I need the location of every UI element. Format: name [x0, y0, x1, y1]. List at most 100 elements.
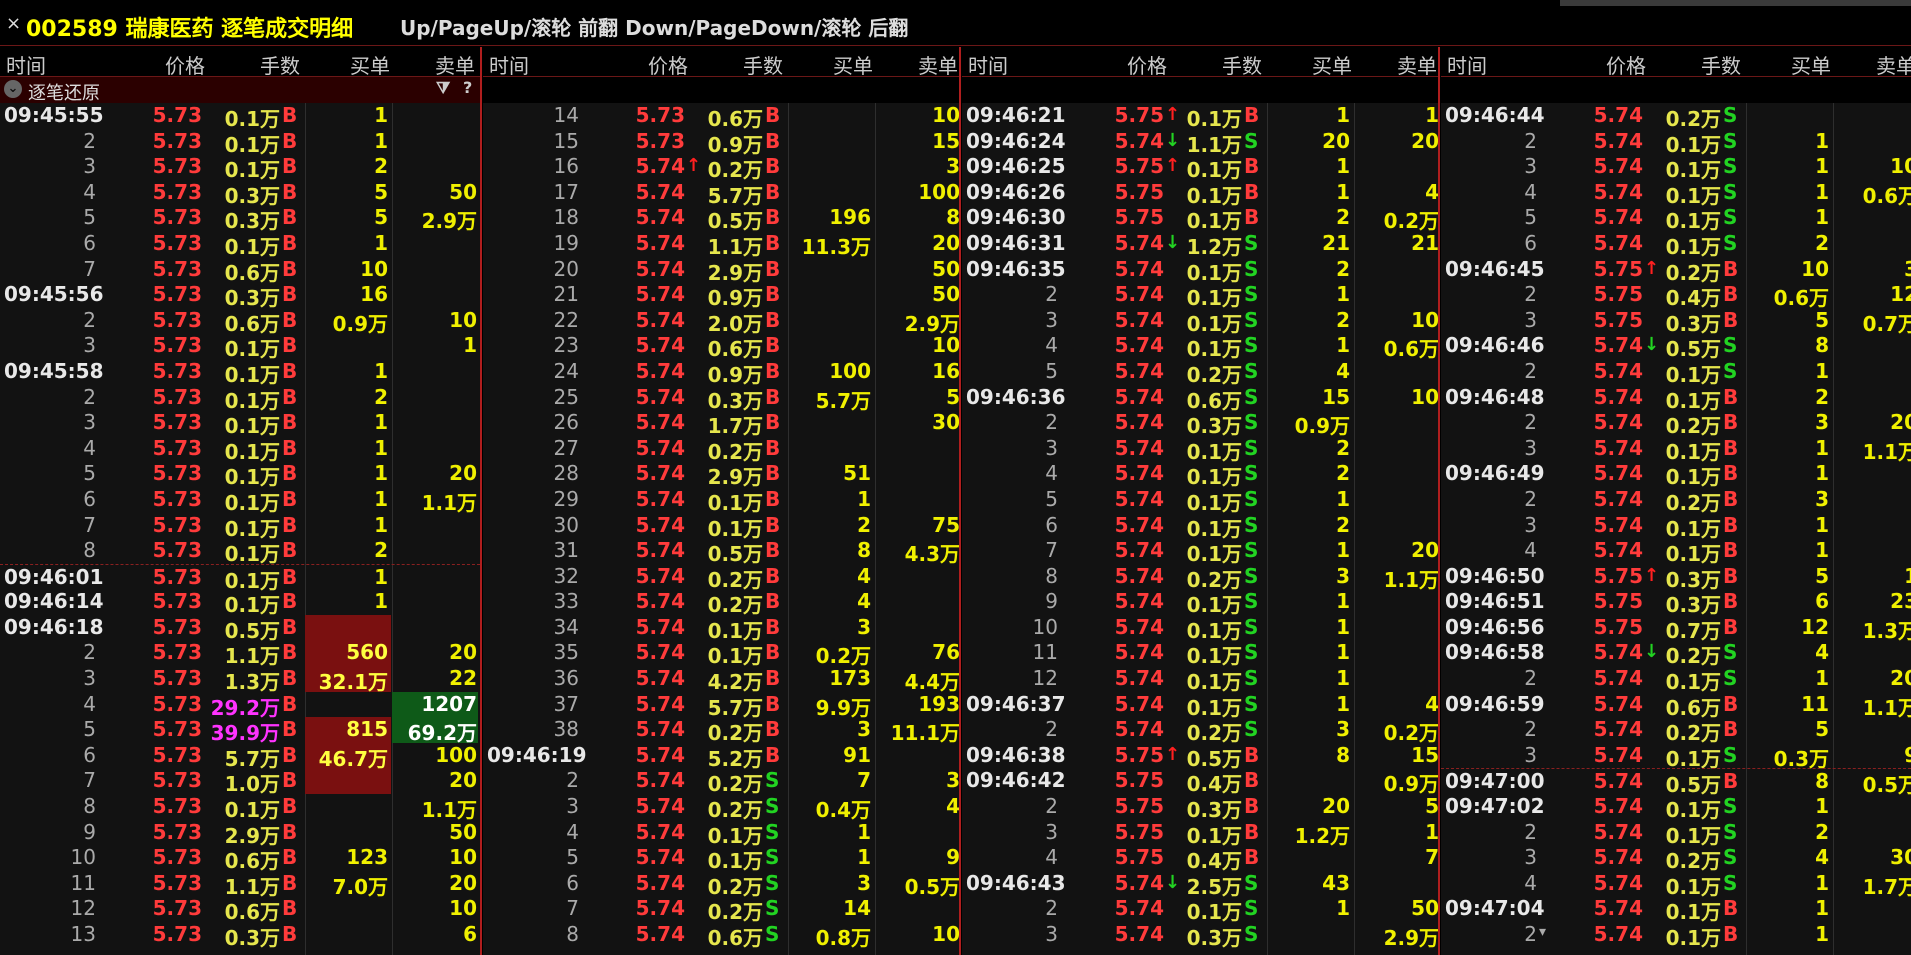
trade-row[interactable]: 09:46:38 5.75 ↑ 0.5万 B 8 15 [962, 743, 1438, 771]
trade-row[interactable]: 12 5.74 0.1万 S 1 [962, 666, 1438, 694]
trade-row[interactable]: 2 5.74 0.1万 S 1 [1441, 129, 1911, 157]
trade-row[interactable]: 8 5.74 0.2万 S 3 1.1万 [962, 564, 1438, 592]
trade-row[interactable]: 6 5.73 0.1万 B 1 [0, 231, 480, 259]
trade-row[interactable]: 7 5.73 1.0万 B 20 [0, 768, 480, 796]
trade-row[interactable]: 11 5.73 1.1万 B 7.0万 20 [0, 871, 480, 899]
trade-row[interactable]: 2 5.74 0.1万 S 1 50 [962, 896, 1438, 924]
header-sell[interactable]: 卖单 [893, 50, 958, 79]
trade-row[interactable]: 9 5.73 2.9万 B 50 [0, 820, 480, 848]
trade-row[interactable]: 15 5.73 0.9万 B 15 [483, 129, 959, 157]
trade-row[interactable]: 3 5.74 0.2万 S 0.4万 4 [483, 794, 959, 822]
collapse-icon[interactable]: ⌄ [4, 80, 22, 98]
header-price[interactable]: 价格 [1581, 50, 1646, 79]
trade-row[interactable]: 2 5.74 0.3万 S 0.9万 [962, 410, 1438, 438]
trade-row[interactable]: 35 5.74 0.1万 B 0.2万 76 [483, 640, 959, 668]
header-price[interactable]: 价格 [140, 50, 205, 79]
trade-row[interactable]: 3 5.74 0.1万 S 2 [962, 436, 1438, 464]
trade-row[interactable]: 09:46:36 5.74 0.6万 S 15 10 [962, 385, 1438, 413]
trade-row[interactable]: 7 5.73 0.1万 B 1 [0, 513, 480, 541]
trade-row[interactable]: 09:46:18 5.73 0.5万 B [0, 615, 480, 643]
trade-row[interactable]: 3 5.74 0.1万 B 1 [1441, 513, 1911, 541]
trade-row[interactable]: 3 5.73 1.3万 B 32.1万 22 [0, 666, 480, 694]
trade-row[interactable]: 2 5.73 0.6万 B 0.9万 10 [0, 308, 480, 336]
window-controls[interactable] [1560, 0, 1911, 6]
trade-row[interactable]: 28 5.74 2.9万 B 51 [483, 461, 959, 489]
trade-row[interactable]: 18 5.74 0.5万 B 196 8 [483, 205, 959, 233]
header-qty[interactable]: 手数 [220, 50, 300, 79]
trade-row[interactable]: 17 5.74 5.7万 B 100 [483, 180, 959, 208]
header-qty[interactable]: 手数 [1661, 50, 1741, 79]
filter-icon[interactable]: ⧩ [436, 78, 450, 98]
trade-row[interactable]: 09:46:455.75↑0.2万B103 [1441, 257, 1911, 285]
trade-row[interactable]: 3 5.73 0.1万 B 2 [0, 154, 480, 182]
trade-row[interactable]: 2 5.73 0.1万 B 2 [0, 385, 480, 413]
trade-row[interactable]: 2 5.74 0.1万 S 1 [962, 282, 1438, 310]
trade-row[interactable]: 09:46:21 5.75 ↑ 0.1万 B 1 1 [962, 103, 1438, 131]
trade-row[interactable]: 6 5.74 0.1万 S 2 [962, 513, 1438, 541]
trade-row[interactable]: 2 5.74 0.2万 S 3 0.2万 [962, 717, 1438, 745]
trade-row[interactable]: 4 5.74 0.1万 S 1 [483, 820, 959, 848]
trade-row[interactable]: 3 5.75 0.3万 B 5 0.7万 [1441, 308, 1911, 336]
tick-restore-label[interactable]: 逐笔还原 [28, 79, 100, 105]
trade-row[interactable]: 23 5.74 0.6万 B 10 [483, 333, 959, 361]
trade-row[interactable]: 4 5.75 0.4万 B 7 [962, 845, 1438, 873]
trade-row[interactable]: 24 5.74 0.9万 B 100 16 [483, 359, 959, 387]
trade-row[interactable]: 09:46:42 5.75 0.4万 B 0.9万 [962, 768, 1438, 796]
trade-row[interactable]: 09:46:25 5.75 ↑ 0.1万 B 1 [962, 154, 1438, 182]
trade-row[interactable]: 19 5.74 1.1万 B 11.3万 20 [483, 231, 959, 259]
trade-row[interactable]: 2 5.74 0.2万 B 3 [1441, 487, 1911, 515]
trade-row[interactable]: 20 5.74 2.9万 B 50 [483, 257, 959, 285]
trade-row[interactable]: 7 5.74 0.1万 S 1 20 [962, 538, 1438, 566]
header-buy[interactable]: 买单 [1292, 50, 1352, 79]
trade-row[interactable]: 09:46:37 5.74 0.1万 S 1 4 [962, 692, 1438, 720]
trade-row[interactable]: 25.750.4万B0.6万12 [1441, 282, 1911, 310]
trade-row[interactable]: 3 5.73 0.1万 B 1 [0, 410, 480, 438]
trade-row[interactable]: 2 5.74 0.2万 S 7 3 [483, 768, 959, 796]
trade-row[interactable]: 9 5.74 0.1万 S 1 [962, 589, 1438, 617]
trade-row[interactable]: 25.740.1万S120 [1441, 666, 1911, 694]
help-icon[interactable]: ? [463, 78, 472, 97]
header-sell[interactable]: 卖单 [1851, 50, 1911, 79]
header-sell[interactable]: 卖单 [410, 50, 475, 79]
trade-row[interactable]: 10 5.74 0.1万 S 1 [962, 615, 1438, 643]
trade-row[interactable]: 35.740.1万S0.3万9 [1441, 743, 1911, 771]
trade-row[interactable]: 2 5.75 0.3万 B 20 5 [962, 794, 1438, 822]
trade-row[interactable]: 8 5.73 0.1万 B 1.1万 [0, 794, 480, 822]
trade-row[interactable]: 37 5.74 5.7万 B 9.9万 193 [483, 692, 959, 720]
trade-row[interactable]: 13 5.73 0.3万 B 6 [0, 922, 480, 950]
header-qty[interactable]: 手数 [703, 50, 783, 79]
trade-row[interactable]: 5 5.73 0.1万 B 1 20 [0, 461, 480, 489]
header-buy[interactable]: 买单 [813, 50, 873, 79]
trade-row[interactable]: 25.740.2万B320 [1441, 410, 1911, 438]
trade-row[interactable]: 6 5.73 5.7万 B 46.7万 100 [0, 743, 480, 771]
trade-row[interactable]: 11 5.74 0.1万 S 1 [962, 640, 1438, 668]
header-buy[interactable]: 买单 [1771, 50, 1831, 79]
trade-row[interactable]: 26 5.74 1.7万 B 30 [483, 410, 959, 438]
trade-row[interactable]: 4 5.73 0.1万 B 1 [0, 436, 480, 464]
trade-row[interactable]: 4 5.74 0.1万 S 1 0.6万 [1441, 180, 1911, 208]
header-time[interactable]: 时间 [1447, 50, 1487, 79]
trade-row[interactable]: 09:45:58 5.73 0.1万 B 1 [0, 359, 480, 387]
header-time[interactable]: 时间 [6, 50, 46, 79]
trade-row[interactable]: 09:46:46 5.74 ↓ 0.5万 S 8 [1441, 333, 1911, 361]
trade-row[interactable]: 2 5.74 0.2万 B 5 [1441, 717, 1911, 745]
trade-row[interactable]: 09:47:02 5.74 0.1万 S 1 [1441, 794, 1911, 822]
trade-row[interactable]: 10 5.73 0.6万 B 123 10 [0, 845, 480, 873]
trade-row[interactable]: 09:47:00 5.74 0.5万 B 8 0.5万 [1441, 768, 1911, 797]
trade-row[interactable]: 4 5.74 0.1万 S 1 1.7万 [1441, 871, 1911, 899]
trade-row[interactable]: 27 5.74 0.2万 B [483, 436, 959, 464]
trade-row[interactable]: 09:46:58 5.74 ↓ 0.2万 S 4 [1441, 640, 1911, 668]
header-time[interactable]: 时间 [489, 50, 529, 79]
trade-row[interactable]: 2 5.73 1.1万 B 560 20 [0, 640, 480, 668]
trade-row[interactable]: 4 5.73 29.2万 B 1207 [0, 692, 480, 720]
header-qty[interactable]: 手数 [1182, 50, 1262, 79]
close-icon[interactable]: × [6, 13, 21, 34]
trade-row[interactable]: 2 5.74 0.1万 S 1 [1441, 359, 1911, 387]
trade-row[interactable]: 09:47:04 5.74 0.1万 B 1 [1441, 896, 1911, 924]
trade-row[interactable]: 2 5.73 0.1万 B 1 [0, 129, 480, 157]
trade-row[interactable]: 6 5.74 0.2万 S 3 0.5万 [483, 871, 959, 899]
trade-row[interactable]: 09:46:43 5.74 ↓ 2.5万 S 43 [962, 871, 1438, 899]
trade-row[interactable]: 7 5.74 0.2万 S 14 [483, 896, 959, 924]
trade-row[interactable]: 09:46:35 5.74 0.1万 S 2 [962, 257, 1438, 285]
trade-row[interactable]: 32 5.74 0.2万 B 4 [483, 564, 959, 592]
